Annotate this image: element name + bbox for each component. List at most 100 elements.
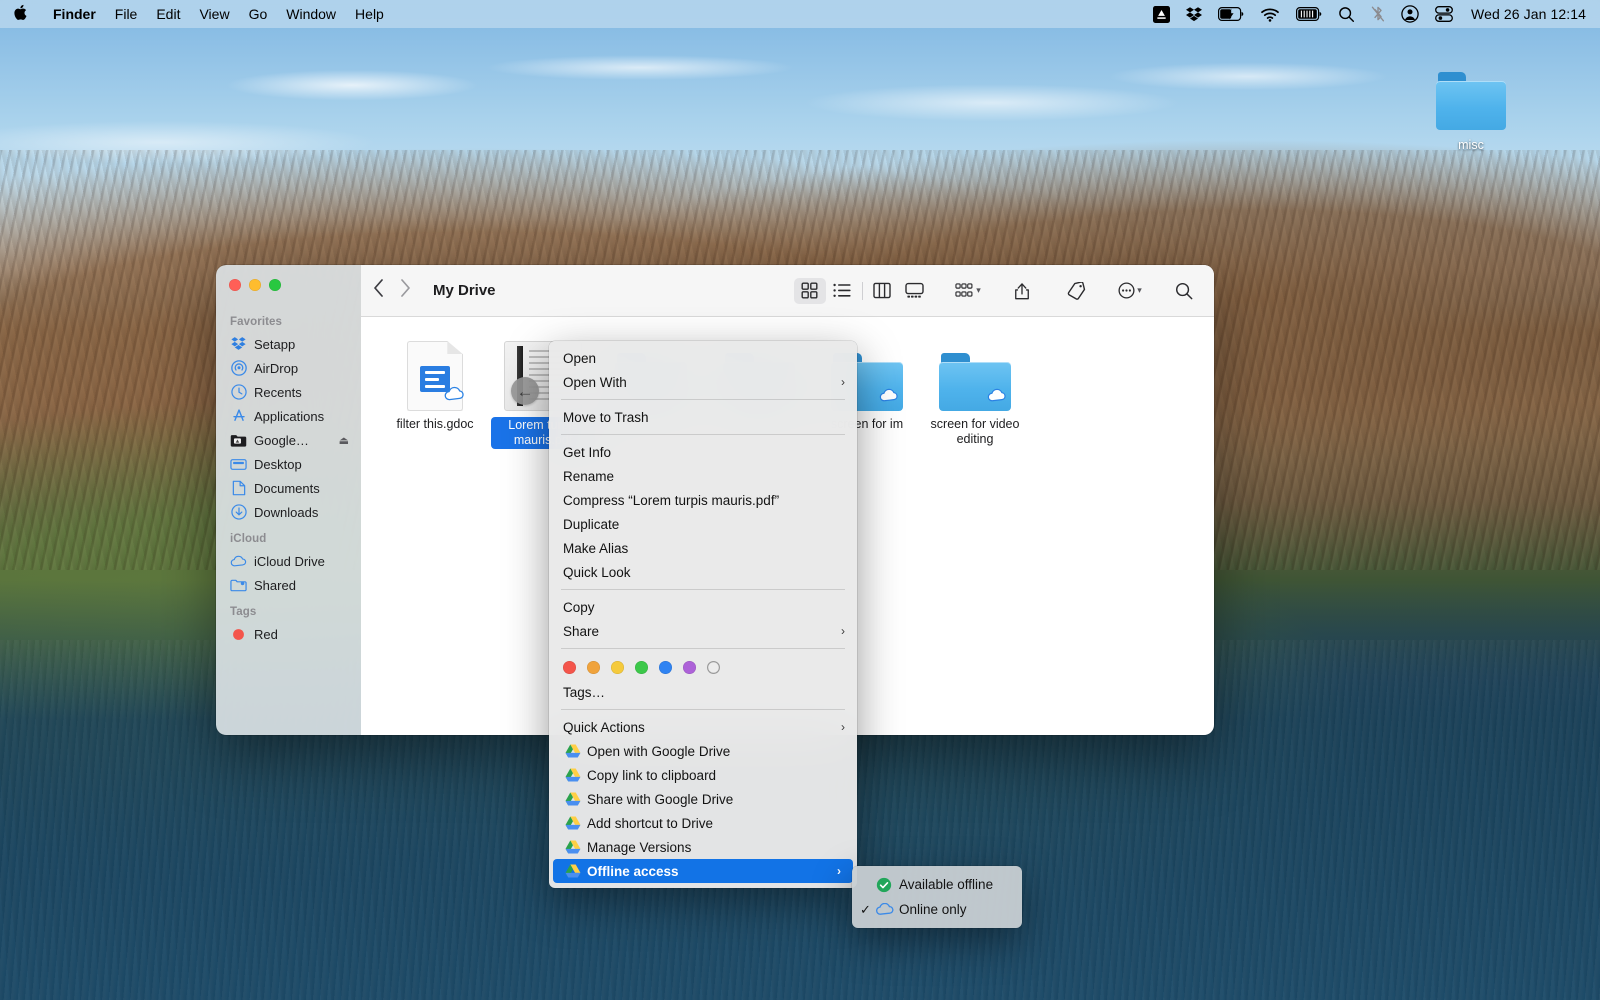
menu-item-share-with-google-drive[interactable]: Share with Google Drive: [549, 787, 857, 811]
menu-item-label: Copy: [563, 600, 845, 615]
file-icon-wrap: [939, 339, 1011, 411]
file-item-screen-for-video-editing[interactable]: screen for video editing: [921, 335, 1029, 459]
sidebar-item-google-drive[interactable]: Google… ⏏: [216, 428, 361, 452]
tag-dot-clear[interactable]: [707, 661, 720, 674]
battery-icon[interactable]: [1296, 5, 1322, 23]
menu-item-label: Duplicate: [563, 517, 845, 532]
tag-dot-purple[interactable]: [683, 661, 696, 674]
menu-item-label: Share with Google Drive: [587, 792, 845, 807]
submenu-item-available-offline[interactable]: Available offline: [852, 872, 1022, 897]
share-button[interactable]: [1006, 278, 1038, 304]
tag-dot-green[interactable]: [635, 661, 648, 674]
search-button[interactable]: [1168, 278, 1200, 304]
menu-item-label: Tags…: [563, 685, 845, 700]
gallery-view-button[interactable]: [898, 278, 930, 304]
menu-help[interactable]: Help: [355, 6, 384, 22]
menu-item-copy[interactable]: Copy: [549, 595, 857, 619]
menu-item-open[interactable]: Open: [549, 346, 857, 370]
menu-bar-clock[interactable]: Wed 26 Jan 12:14: [1471, 6, 1586, 22]
wifi-icon[interactable]: [1260, 5, 1280, 23]
tag-dot-yellow[interactable]: [611, 661, 624, 674]
google-drive-menu-icon[interactable]: [1153, 5, 1170, 23]
menu-item-rename[interactable]: Rename: [549, 464, 857, 488]
menu-item-tags[interactable]: Tags…: [549, 680, 857, 704]
menu-item-label: Make Alias: [563, 541, 845, 556]
google-drive-icon: [563, 816, 582, 830]
icloud-drive-icon: [230, 553, 247, 570]
menu-item-quick-actions[interactable]: Quick Actions ›: [549, 715, 857, 739]
menu-item-manage-versions[interactable]: Manage Versions: [549, 835, 857, 859]
menu-window[interactable]: Window: [286, 6, 336, 22]
sidebar-item-shared[interactable]: Shared: [216, 573, 361, 597]
list-view-button[interactable]: [826, 278, 858, 304]
menu-item-label: Compress “Lorem turpis mauris.pdf”: [563, 493, 845, 508]
google-doc-icon: [407, 341, 463, 411]
menu-item-compress[interactable]: Compress “Lorem turpis mauris.pdf”: [549, 488, 857, 512]
submenu-item-label: Available offline: [899, 877, 993, 892]
menu-item-get-info[interactable]: Get Info: [549, 440, 857, 464]
sidebar-header-icloud: iCloud: [216, 524, 361, 549]
sidebar-item-icloud-drive[interactable]: iCloud Drive: [216, 549, 361, 573]
minimize-button[interactable]: [249, 279, 261, 291]
checkmark-icon: ✓: [860, 902, 874, 918]
window-traffic-lights: [229, 279, 281, 291]
menu-item-label: Manage Versions: [587, 840, 845, 855]
menu-item-open-with-google-drive[interactable]: Open with Google Drive: [549, 739, 857, 763]
sidebar-item-documents[interactable]: Documents: [216, 476, 361, 500]
sidebar-item-downloads[interactable]: Downloads: [216, 500, 361, 524]
menu-item-add-shortcut-to-drive[interactable]: Add shortcut to Drive: [549, 811, 857, 835]
sidebar-label: Recents: [254, 385, 302, 400]
menu-view[interactable]: View: [199, 6, 229, 22]
control-center-icon[interactable]: [1435, 5, 1453, 23]
sidebar-item-desktop[interactable]: Desktop: [216, 452, 361, 476]
file-item-gdoc[interactable]: filter this.gdoc: [381, 335, 489, 459]
desktop-icon-misc[interactable]: misc: [1432, 72, 1510, 152]
menu-go[interactable]: Go: [249, 6, 268, 22]
tag-dot-blue[interactable]: [659, 661, 672, 674]
menu-item-label: Rename: [563, 469, 845, 484]
menu-finder[interactable]: Finder: [53, 6, 96, 22]
forward-button[interactable]: [400, 279, 411, 302]
menu-item-share[interactable]: Share ›: [549, 619, 857, 643]
menu-item-copy-link-to-clipboard[interactable]: Copy link to clipboard: [549, 763, 857, 787]
menu-item-make-alias[interactable]: Make Alias: [549, 536, 857, 560]
zoom-button[interactable]: [269, 279, 281, 291]
submenu-item-online-only[interactable]: ✓ Online only: [852, 897, 1022, 922]
submenu-arrow-icon: ›: [841, 720, 845, 734]
dropbox-menu-icon[interactable]: [1186, 5, 1202, 23]
menu-file[interactable]: File: [115, 6, 138, 22]
menu-edit[interactable]: Edit: [156, 6, 180, 22]
toolbar-actions: ▾ ▾: [794, 278, 1201, 304]
menu-item-offline-access[interactable]: Offline access ›: [553, 859, 853, 883]
tags-button[interactable]: [1060, 278, 1092, 304]
google-drive-icon: [563, 768, 582, 782]
menu-item-quick-look[interactable]: Quick Look: [549, 560, 857, 584]
group-by-button[interactable]: ▾: [952, 278, 984, 304]
tag-dot-orange[interactable]: [587, 661, 600, 674]
eject-icon[interactable]: ⏏: [339, 434, 353, 447]
sidebar-item-airdrop[interactable]: AirDrop: [216, 356, 361, 380]
menu-item-duplicate[interactable]: Duplicate: [549, 512, 857, 536]
sidebar-header-favorites: Favorites: [216, 307, 361, 332]
close-button[interactable]: [229, 279, 241, 291]
column-view-button[interactable]: [866, 278, 898, 304]
icon-view-button[interactable]: [794, 278, 826, 304]
sidebar-item-applications[interactable]: Applications: [216, 404, 361, 428]
apple-menu-icon[interactable]: [10, 4, 33, 24]
menu-divider: [561, 709, 845, 710]
menu-item-open-with[interactable]: Open With ›: [549, 370, 857, 394]
spotlight-search-icon[interactable]: [1338, 5, 1355, 23]
user-account-icon[interactable]: [1401, 5, 1419, 23]
menu-item-move-to-trash[interactable]: Move to Trash: [549, 405, 857, 429]
sidebar-item-setapp[interactable]: Setapp: [216, 332, 361, 356]
tag-color-row: [549, 654, 857, 680]
back-button[interactable]: [373, 279, 384, 302]
sidebar-item-tag-red[interactable]: Red: [216, 622, 361, 646]
battery-charging-icon[interactable]: [1218, 5, 1244, 23]
bluetooth-off-icon[interactable]: [1371, 5, 1385, 23]
google-drive-icon: [563, 744, 582, 758]
folder-icon: [939, 353, 1011, 411]
more-actions-button[interactable]: ▾: [1114, 278, 1146, 304]
sidebar-item-recents[interactable]: Recents: [216, 380, 361, 404]
tag-dot-red[interactable]: [563, 661, 576, 674]
